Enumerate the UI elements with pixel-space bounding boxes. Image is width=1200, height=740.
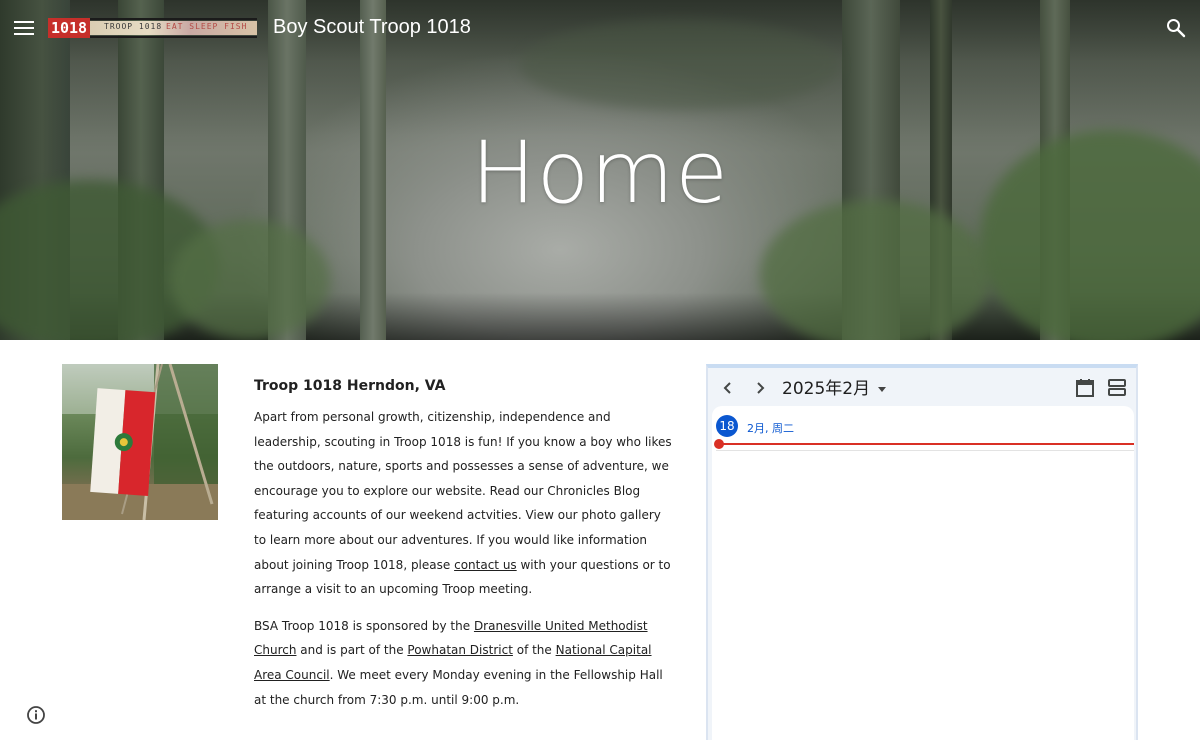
sponsor-text: and is part of the xyxy=(296,643,408,658)
powhatan-district-link[interactable]: Powhatan District xyxy=(407,643,513,657)
sponsor-text: of the xyxy=(512,643,556,658)
logo-strip-text-2: EAT SLEEP FISH xyxy=(166,22,248,31)
page-title: Home xyxy=(471,123,729,223)
intro-paragraph: Apart from personal growth, citizenship,… xyxy=(254,405,674,602)
intro-text-section: Troop 1018 Herndon, VA Apart from person… xyxy=(254,376,674,724)
section-heading: Troop 1018 Herndon, VA xyxy=(254,378,446,394)
current-time-line xyxy=(719,443,1134,445)
sponsor-paragraph: BSA Troop 1018 is sponsored by the Drane… xyxy=(254,614,674,712)
sponsor-text: BSA Troop 1018 is sponsored by the xyxy=(254,618,474,633)
troop-flag-photo xyxy=(62,364,218,520)
today-date-badge[interactable]: 18 xyxy=(716,415,738,437)
info-icon[interactable] xyxy=(26,705,46,725)
calendar-accent xyxy=(1110,364,1136,368)
hamburger-menu-icon[interactable] xyxy=(12,16,36,40)
hero-banner: Home 1018 TROOP 1018 EAT SLEEP FISH Boy … xyxy=(0,0,1200,340)
search-icon[interactable] xyxy=(1164,16,1188,40)
chevron-left-icon[interactable] xyxy=(716,376,740,400)
logo-strip: TROOP 1018 EAT SLEEP FISH xyxy=(90,18,257,38)
embedded-calendar: 2025年2月 18 2月, 周二 xyxy=(706,364,1138,740)
current-time-dot xyxy=(714,439,724,449)
divider xyxy=(716,450,1134,451)
contact-us-link[interactable]: contact us xyxy=(454,558,517,572)
site-title[interactable]: Boy Scout Troop 1018 xyxy=(273,16,471,39)
logo-strip-text: TROOP 1018 xyxy=(104,22,163,31)
calendar-icon[interactable] xyxy=(1074,377,1096,399)
caret-down-icon xyxy=(878,386,887,392)
foliage xyxy=(170,220,330,340)
month-selector[interactable]: 2025年2月 xyxy=(782,374,887,400)
calendar-day-view: 18 2月, 周二 xyxy=(712,406,1134,740)
chevron-right-icon[interactable] xyxy=(748,376,772,400)
agenda-view-icon[interactable] xyxy=(1106,377,1128,399)
logo-number: 1018 xyxy=(48,18,90,38)
month-label: 2025年2月 xyxy=(782,379,871,399)
top-app-bar: 1018 TROOP 1018 EAT SLEEP FISH Boy Scout… xyxy=(0,0,1200,56)
intro-text: Apart from personal growth, citizenship,… xyxy=(254,410,672,572)
troop-logo[interactable]: 1018 TROOP 1018 EAT SLEEP FISH xyxy=(48,18,257,38)
day-label: 2月, 周二 xyxy=(747,422,794,435)
